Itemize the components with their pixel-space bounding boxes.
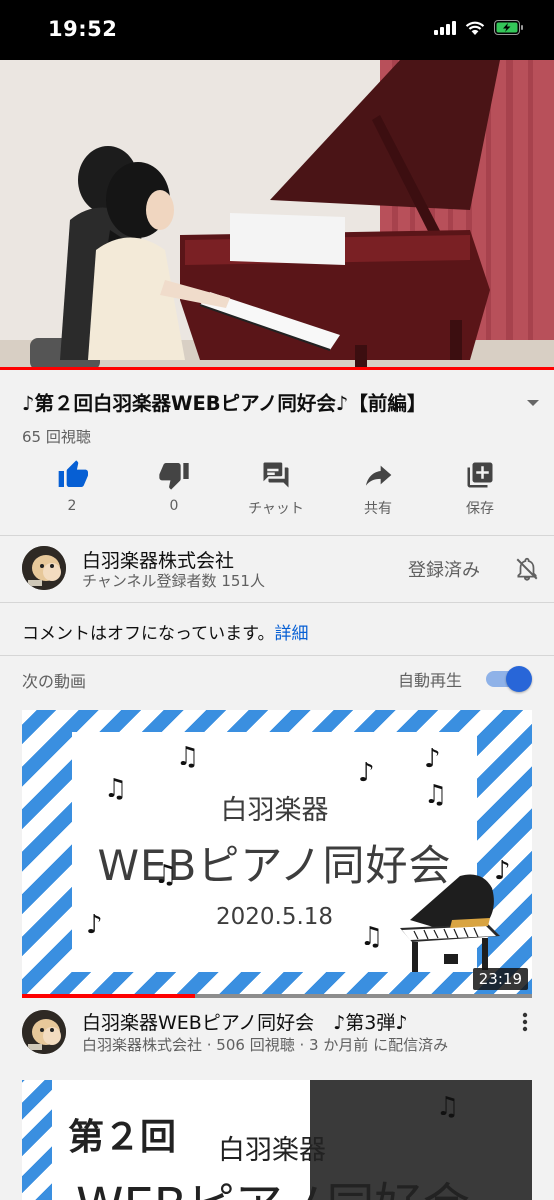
grand-piano-icon — [400, 874, 500, 972]
video-duration: 23:19 — [472, 968, 528, 990]
thumbnail-round: 第２回 — [68, 1117, 177, 1158]
video-info: ♪第２回白羽楽器WEBピアノ同好会♪【前編】 65 回視聴 2 0 チャット 共… — [0, 370, 554, 535]
comments-off-text: コメントはオフになっています。 — [22, 624, 275, 644]
video-frame — [0, 60, 554, 370]
dislike-button[interactable]: 0 — [134, 458, 214, 514]
thumbnail-title: WEBピアノ同好会 — [76, 1166, 470, 1200]
chat-icon — [263, 462, 289, 488]
cellular-signal-icon — [434, 20, 456, 35]
music-note-icon: ♫ — [154, 860, 178, 890]
video-title[interactable]: ♪第２回白羽楽器WEBピアノ同好会♪【前編】 — [22, 392, 502, 416]
action-bar: 2 0 チャット 共有 保存 — [22, 458, 532, 518]
music-note-icon: ♫ — [104, 774, 128, 804]
share-icon — [366, 465, 392, 486]
autoplay-toggle[interactable] — [484, 666, 532, 692]
recommendation-subtitle: 白羽楽器株式会社 · 506 回視聴 · 3 か月前 に配信済み — [82, 1036, 449, 1054]
subscribed-button[interactable]: 登録済み — [408, 556, 480, 582]
music-note-icon: ♪ — [358, 758, 375, 788]
channel-name[interactable]: 白羽楽器株式会社 — [82, 546, 234, 573]
recommendation-thumbnail[interactable]: 白羽楽器 WEBピアノ同好会 2020.5.18 ♫ ♫ ♪ ♪ ♫ ♫ ♪ ♫… — [22, 710, 532, 998]
channel-avatar-image — [22, 1010, 66, 1054]
subscriber-count: チャンネル登録者数 151人 — [82, 572, 265, 590]
watched-progress-fill — [22, 994, 196, 998]
thumbs-down-icon — [159, 463, 189, 490]
share-label: 共有 — [364, 501, 392, 517]
view-count: 65 回視聴 — [22, 428, 91, 446]
dislike-count: 0 — [169, 498, 179, 514]
recommendation-title[interactable]: 白羽楽器WEBピアノ同好会 ♪第3弾♪ — [82, 1008, 407, 1035]
comments-details-link[interactable]: 詳細 — [274, 624, 308, 644]
music-note-icon: ♫ — [360, 922, 384, 952]
music-note-icon: ♪ — [86, 910, 103, 940]
music-note-icon: ♪ — [424, 744, 441, 774]
thumbnail-brand: 白羽楽器 — [218, 1135, 326, 1166]
save-button[interactable]: 保存 — [440, 458, 520, 518]
like-button[interactable]: 2 — [32, 458, 112, 514]
toggle-knob — [506, 666, 532, 692]
recommendation-thumbnail[interactable]: 第２回 白羽楽器 WEBピアノ同好会 ♫ — [22, 1080, 532, 1200]
bell-off-icon[interactable] — [514, 556, 540, 582]
channel-avatar-image — [22, 546, 66, 590]
channel-avatar[interactable] — [22, 546, 66, 590]
up-next-header: 次の動画 自動再生 — [0, 656, 554, 700]
status-time: 19:52 — [48, 17, 118, 41]
music-note-icon: ♫ — [176, 742, 200, 772]
thumbnail-stripes — [22, 1080, 52, 1200]
status-icons — [434, 20, 524, 35]
chevron-down-icon[interactable] — [526, 398, 540, 408]
chat-label: チャット — [248, 501, 304, 517]
up-next-title: 次の動画 — [22, 672, 87, 691]
comments-text: コメントはオフになっています。詳細 — [22, 619, 308, 644]
save-label: 保存 — [466, 501, 494, 517]
wifi-icon — [465, 21, 485, 35]
more-options-icon[interactable] — [522, 1012, 528, 1032]
channel-row[interactable]: 白羽楽器株式会社 チャンネル登録者数 151人 登録済み — [0, 536, 554, 602]
battery-charging-icon — [494, 20, 523, 35]
save-playlist-icon — [467, 462, 493, 488]
music-note-icon: ♫ — [436, 1092, 460, 1122]
channel-avatar[interactable] — [22, 1010, 66, 1054]
recommendation-meta[interactable]: 白羽楽器WEBピアノ同好会 ♪第3弾♪ 白羽楽器株式会社 · 506 回視聴 ·… — [0, 1004, 554, 1074]
autoplay-label: 自動再生 — [398, 671, 463, 690]
share-button[interactable]: 共有 — [338, 458, 418, 518]
chat-button[interactable]: チャット — [236, 458, 316, 518]
like-count: 2 — [67, 498, 77, 514]
comments-notice: コメントはオフになっています。詳細 — [0, 603, 554, 655]
thumbs-up-icon — [58, 460, 88, 487]
music-note-icon: ♫ — [424, 780, 448, 810]
thumbnail-brand: 白羽楽器 — [220, 795, 329, 826]
status-bar: 19:52 — [0, 0, 554, 60]
video-player[interactable] — [0, 60, 554, 370]
watched-progress-bar — [22, 994, 532, 998]
